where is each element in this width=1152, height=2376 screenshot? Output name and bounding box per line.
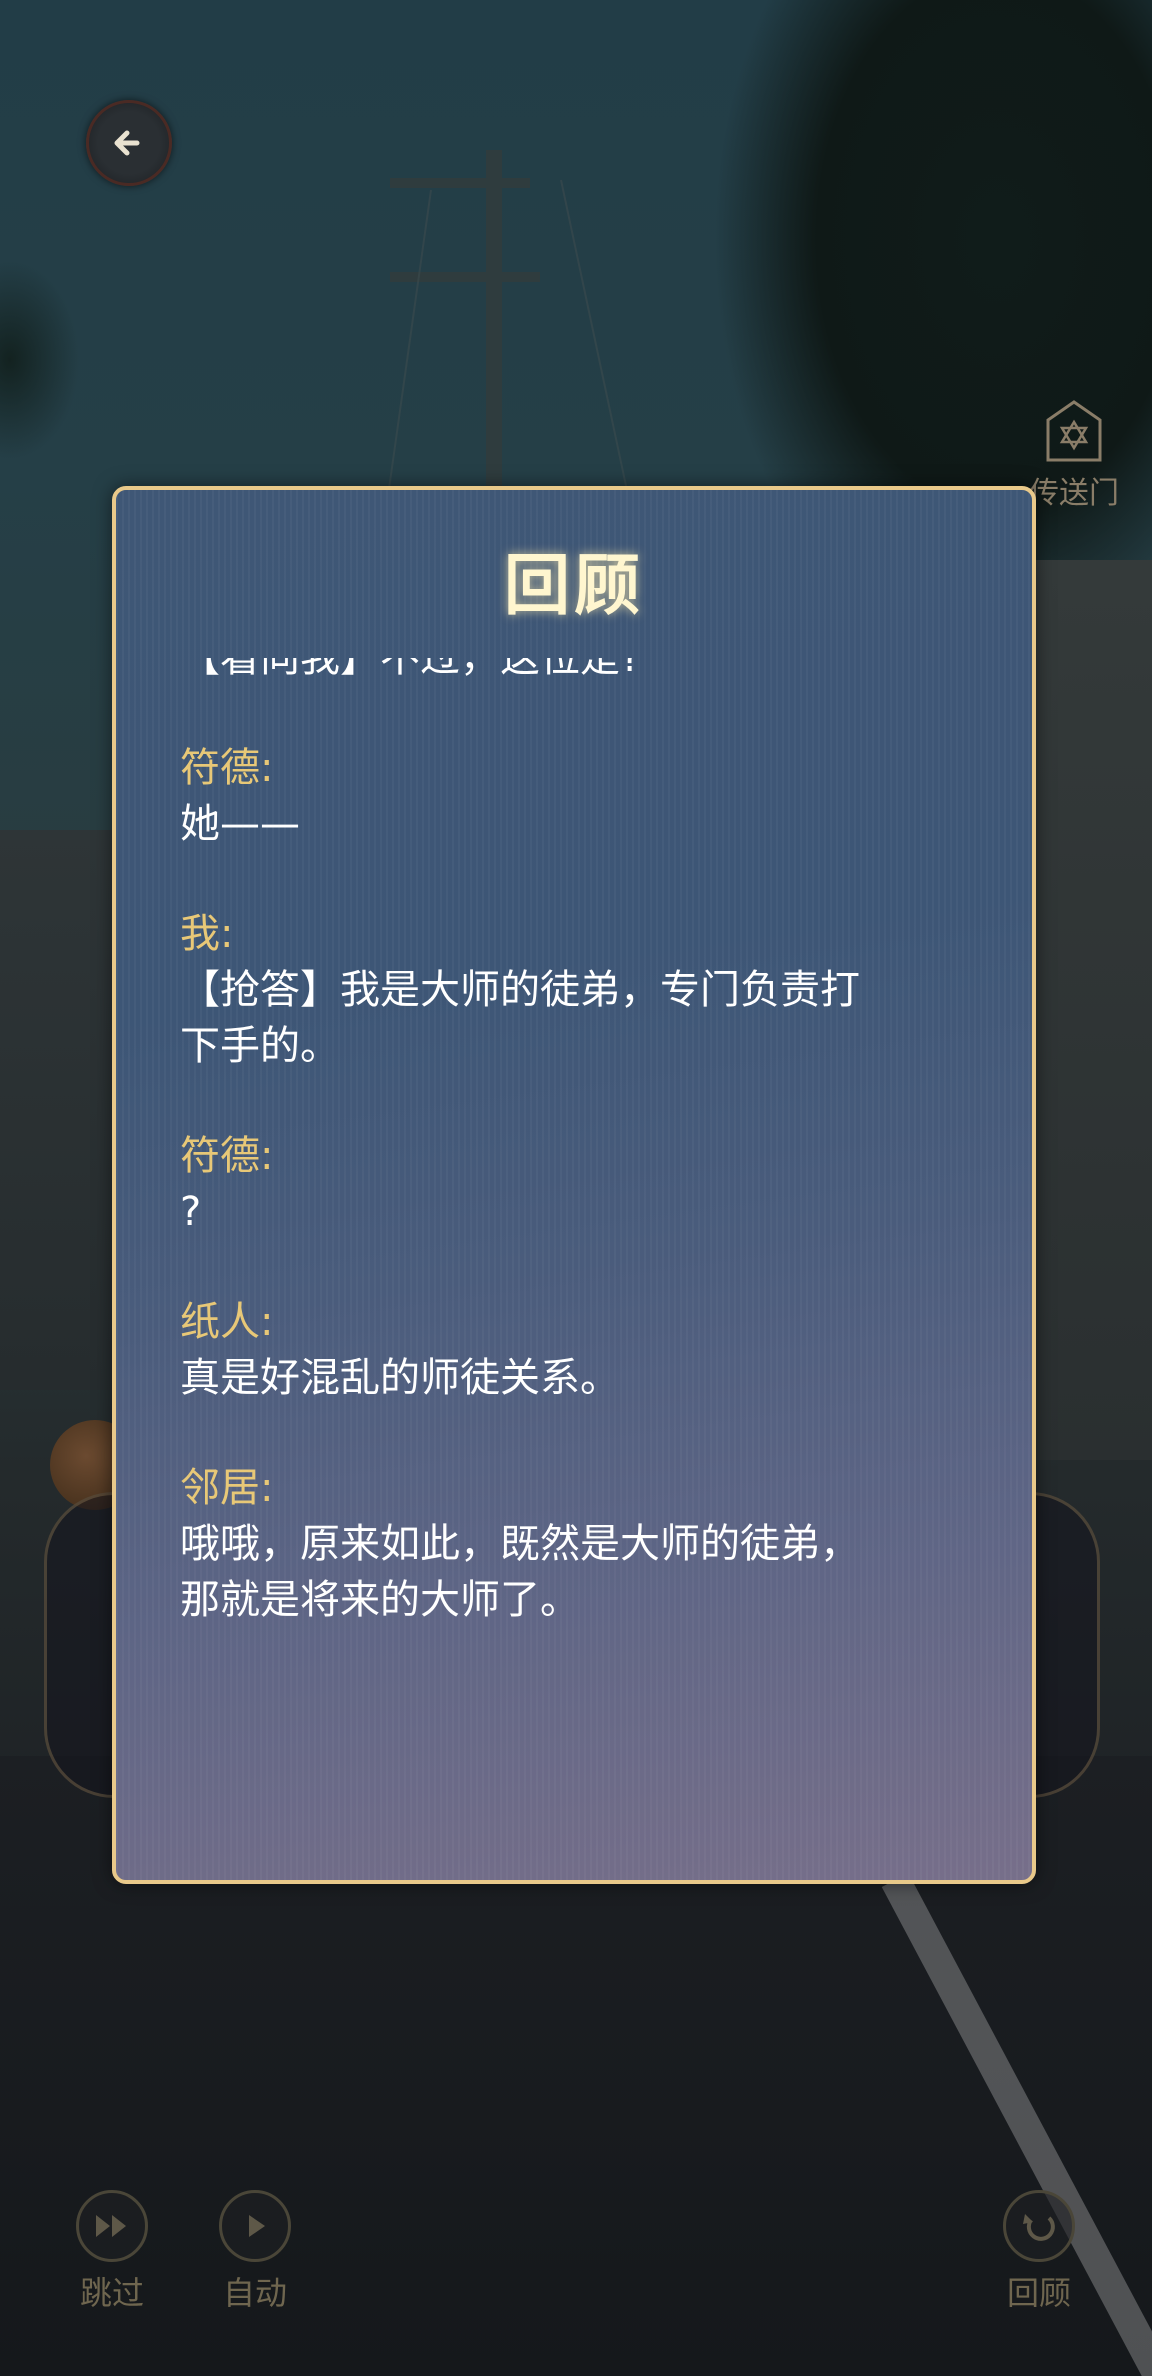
- hexagram-gate-icon: [1046, 400, 1102, 462]
- portal-button[interactable]: 传送门: [1024, 400, 1124, 512]
- log-entry: 邻居: 哦哦，原来如此，既然是大师的徒弟， 那就是将来的大师了。: [180, 1460, 972, 1628]
- log-entry: 符德: ?: [180, 1128, 972, 1240]
- back-button[interactable]: [86, 100, 172, 186]
- portal-label: 传送门: [1029, 476, 1119, 511]
- log-entry: 纸人: 真是好混乱的师徒关系。: [180, 1294, 972, 1406]
- dialogue-line: 哦哦，原来如此，既然是大师的徒弟， 那就是将来的大师了。: [180, 1521, 860, 1623]
- dialogue-line: 【抢答】我是大师的徒弟，专门负责打 下手的。: [180, 967, 860, 1069]
- utility-pole-crossbar: [390, 178, 530, 188]
- skip-label: 跳过: [79, 2274, 144, 2312]
- tree-foliage-left: [0, 260, 80, 460]
- rewind-icon: [1003, 2190, 1075, 2262]
- review-panel: 回顾 【看向我】不过，这位是? 符德: 她—— 我: 【抢答】我是大师的徒弟，专…: [112, 486, 1036, 1884]
- log-entry: 符德: 她——: [180, 740, 972, 852]
- speaker-name: 纸人:: [180, 1299, 274, 1345]
- review-label: 回顾: [1006, 2274, 1071, 2312]
- dialogue-log-content: 【看向我】不过，这位是? 符德: 她—— 我: 【抢答】我是大师的徒弟，专门负责…: [180, 658, 972, 1682]
- speaker-name: 符德:: [180, 745, 274, 791]
- play-icon: [219, 2190, 291, 2262]
- house-left: [0, 830, 120, 1390]
- speaker-name: 我:: [180, 911, 234, 957]
- dialogue-line: 真是好混乱的师徒关系。: [180, 1355, 620, 1401]
- back-arrow-icon: [114, 130, 140, 156]
- panel-title: 回顾: [504, 546, 644, 624]
- log-entry: 我: 【抢答】我是大师的徒弟，专门负责打 下手的。: [180, 906, 972, 1074]
- skip-button[interactable]: 跳过: [52, 2190, 172, 2314]
- auto-label: 自动: [222, 2274, 287, 2312]
- utility-pole-crossbar: [390, 272, 540, 282]
- fast-forward-icon: [76, 2190, 148, 2262]
- building-right: [1032, 560, 1152, 1460]
- dialogue-line: ?: [180, 1189, 202, 1235]
- auto-button[interactable]: 自动: [195, 2190, 315, 2314]
- review-button[interactable]: 回顾: [979, 2190, 1099, 2314]
- dialogue-line: 她——: [180, 801, 300, 847]
- dialogue-log[interactable]: 【看向我】不过，这位是? 符德: 她—— 我: 【抢答】我是大师的徒弟，专门负责…: [180, 658, 972, 1820]
- dialogue-line-partial: 【看向我】不过，这位是?: [180, 658, 642, 681]
- speaker-name: 邻居:: [180, 1465, 274, 1511]
- speaker-name: 符德:: [180, 1133, 274, 1179]
